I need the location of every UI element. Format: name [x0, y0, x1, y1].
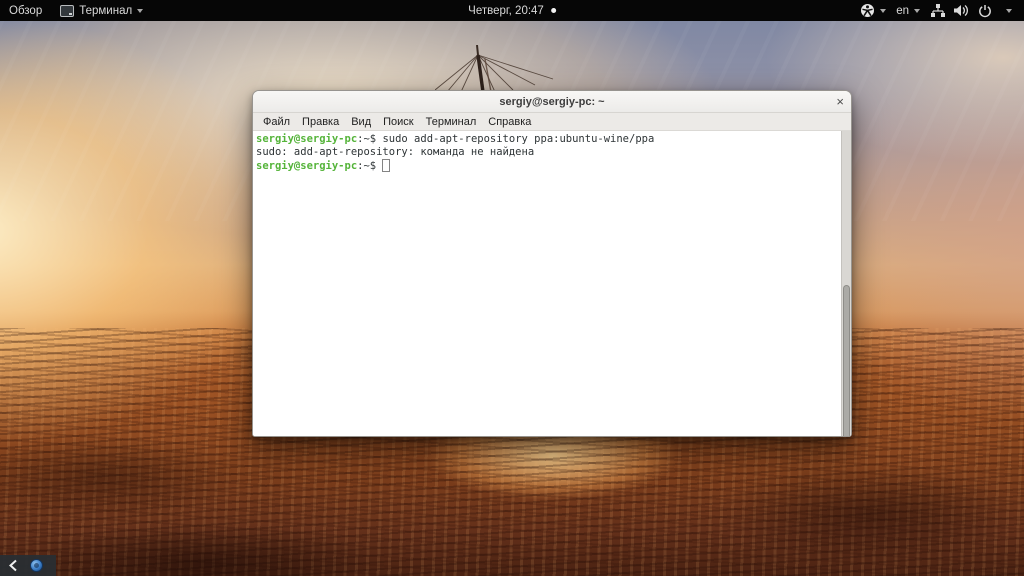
- system-menu[interactable]: [925, 0, 1018, 21]
- accessibility-menu[interactable]: [855, 0, 891, 21]
- accessibility-icon: [861, 4, 875, 17]
- chevron-down-icon: [880, 8, 887, 13]
- menu-bar: Файл Правка Вид Поиск Терминал Справка: [253, 113, 851, 131]
- menu-view[interactable]: Вид: [345, 113, 377, 130]
- window-title: sergiy@sergiy-pc: ~: [499, 95, 605, 108]
- keyboard-layout-menu[interactable]: en: [891, 0, 925, 21]
- activities-button[interactable]: Обзор: [0, 0, 51, 21]
- back-chevron-icon[interactable]: [8, 559, 18, 572]
- app-menu[interactable]: Терминал: [51, 0, 152, 21]
- app-menu-label: Терминал: [79, 4, 133, 17]
- scrollbar-thumb[interactable]: [843, 285, 850, 436]
- notification-dot: [550, 8, 556, 13]
- terminal-app-icon: [60, 4, 75, 17]
- menu-file[interactable]: Файл: [257, 113, 296, 130]
- power-icon: [979, 4, 991, 17]
- chevron-down-icon: [1006, 8, 1012, 13]
- ship-mast: [435, 45, 554, 92]
- network-wired-icon: [931, 4, 945, 17]
- terminal-line: sergiy@sergiy-pc:~$: [256, 159, 851, 173]
- terminal-line: sergiy@sergiy-pc:~$ sudo add-apt-reposit…: [256, 133, 851, 146]
- prompt-user: sergiy@sergiy-pc: [256, 160, 358, 172]
- chevron-down-icon: [137, 8, 144, 13]
- menu-search[interactable]: Поиск: [377, 113, 419, 130]
- menu-edit[interactable]: Правка: [296, 113, 345, 130]
- keyboard-layout-label: en: [896, 4, 909, 17]
- terminal-content[interactable]: sergiy@sergiy-pc:~$ sudo add-apt-reposit…: [253, 131, 851, 436]
- clock-button[interactable]: Четверг, 20:47: [468, 0, 556, 21]
- command-text: sudo add-apt-repository ppa:ubuntu-wine/…: [382, 133, 655, 145]
- prompt-separator: :~$: [357, 133, 383, 145]
- close-button[interactable]: ×: [836, 91, 844, 112]
- app-icon-blue[interactable]: [30, 559, 43, 572]
- menu-help[interactable]: Справка: [482, 113, 537, 130]
- terminal-line: sudo: add-apt-repository: команда не най…: [256, 146, 851, 159]
- clock-label: Четверг, 20:47: [468, 4, 544, 17]
- prompt-separator: :~$: [357, 160, 383, 172]
- terminal-cursor: [382, 159, 391, 172]
- menu-terminal[interactable]: Терминал: [420, 113, 483, 130]
- desktop: Обзор Терминал Четверг, 20:47 en sergiy@…: [0, 0, 1024, 576]
- bottom-left-panel: [0, 555, 56, 576]
- window-titlebar[interactable]: sergiy@sergiy-pc: ~ ×: [253, 91, 851, 113]
- terminal-window: sergiy@sergiy-pc: ~ × Файл Правка Вид По…: [252, 90, 852, 437]
- top-bar: Обзор Терминал Четверг, 20:47 en: [0, 0, 1024, 21]
- scrollbar[interactable]: [841, 131, 851, 436]
- output-text: sudo: add-apt-repository: команда не най…: [256, 146, 535, 158]
- chevron-down-icon: [914, 8, 920, 13]
- volume-icon: [954, 5, 968, 16]
- prompt-user: sergiy@sergiy-pc: [256, 133, 358, 145]
